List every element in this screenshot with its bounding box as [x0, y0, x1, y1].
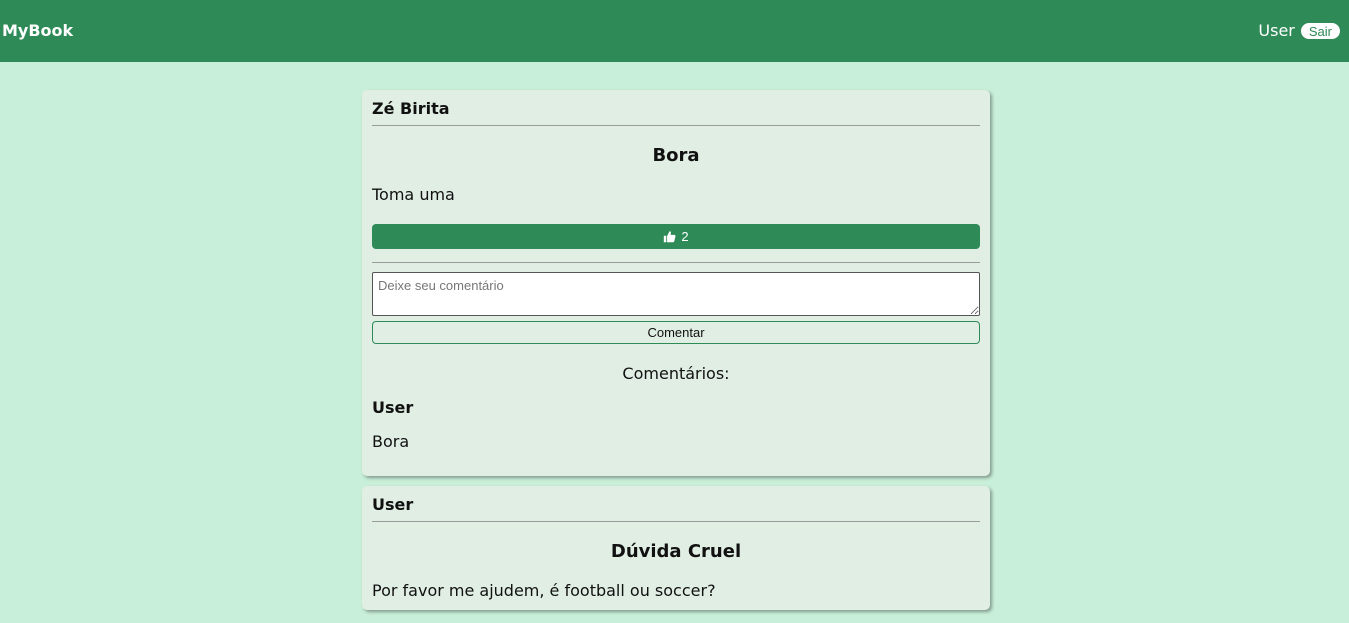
comment-button[interactable]: Comentar [372, 321, 980, 344]
post-card: Zé Birita Bora Toma uma 2 Comentar Comen… [362, 90, 990, 476]
post-author: User [372, 494, 980, 522]
post-title: Bora [652, 145, 700, 166]
nav-user-area: User Sair [1258, 20, 1340, 42]
divider [372, 262, 980, 263]
post-card: User Dúvida Cruel Por favor me ajudem, é… [362, 486, 990, 610]
nav-username: User [1258, 21, 1295, 40]
brand-logo[interactable]: MyBook [2, 20, 73, 42]
comment-author: User [372, 398, 414, 417]
comment-text: Bora [372, 432, 410, 451]
comment-item: User Bora [372, 397, 980, 453]
logout-button[interactable]: Sair [1300, 23, 1340, 39]
post-feed: Zé Birita Bora Toma uma 2 Comentar Comen… [362, 90, 990, 620]
post-body: Toma uma [372, 185, 455, 204]
comment-input[interactable] [372, 272, 980, 316]
navbar: MyBook User Sair [0, 0, 1349, 62]
thumbs-up-icon [664, 231, 676, 243]
like-count: 2 [681, 229, 689, 244]
post-title: Dúvida Cruel [610, 541, 742, 562]
post-body: Por favor me ajudem, é football ou socce… [372, 581, 716, 600]
comments-heading: Comentários: [622, 364, 730, 383]
like-button[interactable]: 2 [372, 224, 980, 249]
post-author: Zé Birita [372, 98, 980, 126]
